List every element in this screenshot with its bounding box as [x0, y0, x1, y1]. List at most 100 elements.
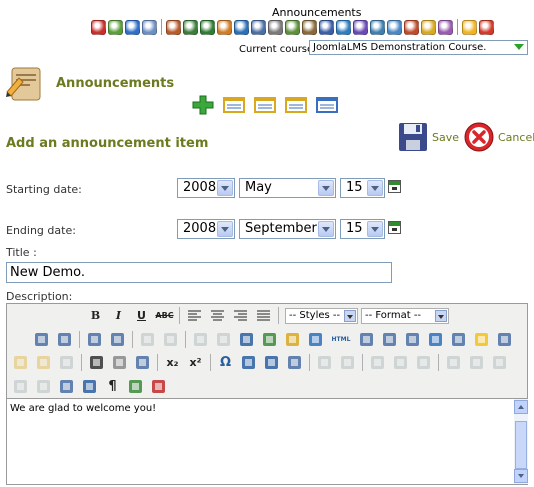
numbered-list-button[interactable] — [56, 331, 73, 348]
replace-button[interactable] — [381, 331, 398, 348]
cell-props-button[interactable] — [58, 378, 75, 395]
sort-button[interactable] — [404, 331, 421, 348]
link-button[interactable] — [192, 331, 209, 348]
table-props-button[interactable] — [339, 354, 356, 371]
col-before-button[interactable] — [445, 354, 462, 371]
justify-button[interactable] — [255, 307, 272, 324]
help-icon[interactable] — [479, 19, 494, 35]
editor-scrollbar[interactable] — [514, 398, 528, 484]
end-day-select[interactable]: 15 — [340, 219, 385, 239]
scroll-thumb[interactable] — [515, 421, 527, 469]
align-center-button[interactable] — [209, 307, 226, 324]
font-button[interactable] — [81, 378, 98, 395]
split-cells-button[interactable] — [12, 378, 29, 395]
time-button[interactable] — [450, 331, 467, 348]
pilcrow-button[interactable]: ¶ — [104, 378, 121, 395]
list-view-icon[interactable] — [223, 95, 245, 115]
col-after-button[interactable] — [468, 354, 485, 371]
remove-format-button[interactable] — [111, 354, 128, 371]
find-button[interactable] — [358, 331, 375, 348]
paste-button[interactable] — [58, 354, 75, 371]
edit-button[interactable] — [286, 354, 303, 371]
week-view-icon[interactable] — [285, 95, 307, 115]
users-icon[interactable] — [319, 19, 334, 35]
row-before-button[interactable] — [369, 354, 386, 371]
emoticons-button[interactable] — [473, 331, 490, 348]
page-break-button[interactable] — [150, 378, 167, 395]
indent-button[interactable] — [109, 331, 126, 348]
scroll-up-icon[interactable] — [514, 400, 528, 414]
scroll-down-icon[interactable] — [514, 469, 528, 483]
end-year-select[interactable]: 2008 — [177, 219, 235, 239]
start-month-select[interactable]: May — [239, 178, 336, 198]
bullet-list-button[interactable] — [33, 331, 50, 348]
format-select[interactable]: -- Format -- — [361, 307, 449, 324]
add-icon[interactable] — [192, 95, 214, 115]
help-button[interactable] — [307, 331, 324, 348]
dropbox-icon[interactable] — [302, 19, 317, 35]
image-button[interactable] — [261, 331, 278, 348]
links-icon[interactable] — [200, 19, 215, 35]
undo-button[interactable] — [139, 331, 156, 348]
visual-aid-button[interactable] — [134, 354, 151, 371]
end-calendar-icon[interactable] — [388, 221, 401, 234]
end-month-select[interactable]: September — [239, 219, 336, 239]
outdent-button[interactable] — [86, 331, 103, 348]
learning-path-icon[interactable] — [217, 19, 232, 35]
homework-icon[interactable] — [166, 19, 181, 35]
horizontal-rule-button[interactable] — [88, 354, 105, 371]
table-button[interactable] — [316, 354, 333, 371]
styles-select[interactable]: -- Styles -- — [285, 307, 358, 324]
title-input[interactable]: New Demo. — [6, 262, 392, 283]
favorites-icon[interactable] — [462, 19, 477, 35]
delete-col-button[interactable] — [491, 354, 508, 371]
special-char-button[interactable]: Ω — [217, 354, 234, 371]
home-icon[interactable] — [91, 19, 106, 35]
italic-button[interactable]: I — [110, 307, 127, 324]
start-day-select[interactable]: 15 — [340, 178, 385, 198]
course-select[interactable]: JoomlaLMS Demonstration Course. — [309, 40, 528, 55]
superscript-button[interactable]: x² — [187, 354, 204, 371]
row-after-button[interactable] — [392, 354, 409, 371]
date-button[interactable] — [427, 331, 444, 348]
redo-button[interactable] — [162, 331, 179, 348]
conference-icon[interactable] — [353, 19, 368, 35]
forum-icon[interactable] — [370, 19, 385, 35]
cancel-button[interactable]: Cancel — [463, 121, 534, 153]
course-home-icon[interactable] — [108, 19, 123, 35]
start-year-select[interactable]: 2008 — [177, 178, 235, 198]
align-right-button[interactable] — [232, 307, 249, 324]
copy-button[interactable] — [35, 354, 52, 371]
underline-button[interactable]: U — [133, 307, 150, 324]
subscript-button[interactable]: x₂ — [164, 354, 181, 371]
attendance-icon[interactable] — [251, 19, 266, 35]
search-icon[interactable] — [387, 19, 402, 35]
unlink-button[interactable] — [215, 331, 232, 348]
cleanup-button[interactable] — [284, 331, 301, 348]
cut-button[interactable] — [12, 354, 29, 371]
fullscreen-button[interactable] — [496, 331, 513, 348]
day-view-icon[interactable] — [316, 95, 338, 115]
chat-icon[interactable] — [336, 19, 351, 35]
settings-icon[interactable] — [438, 19, 453, 35]
editor-content-area[interactable]: We are glad to welcome you! — [7, 398, 514, 484]
gradebook-icon[interactable] — [268, 19, 283, 35]
reports-icon[interactable] — [404, 19, 419, 35]
tracking-icon[interactable] — [285, 19, 300, 35]
strikethrough-button[interactable]: ABC — [155, 307, 173, 324]
align-left-button[interactable] — [186, 307, 203, 324]
month-view-icon[interactable] — [254, 95, 276, 115]
media-button[interactable] — [127, 378, 144, 395]
flash-button[interactable] — [263, 354, 280, 371]
html-button[interactable]: HTML — [330, 331, 352, 348]
anchor-button[interactable] — [238, 331, 255, 348]
merge-cells-button[interactable] — [35, 378, 52, 395]
mail-icon[interactable] — [421, 19, 436, 35]
calendar-icon[interactable] — [183, 19, 198, 35]
bold-button[interactable]: B — [87, 307, 104, 324]
quiz-icon[interactable] — [234, 19, 249, 35]
delete-row-button[interactable] — [415, 354, 432, 371]
documents-icon[interactable] — [142, 19, 157, 35]
save-button[interactable]: Save — [397, 121, 459, 153]
start-calendar-icon[interactable] — [388, 180, 401, 193]
